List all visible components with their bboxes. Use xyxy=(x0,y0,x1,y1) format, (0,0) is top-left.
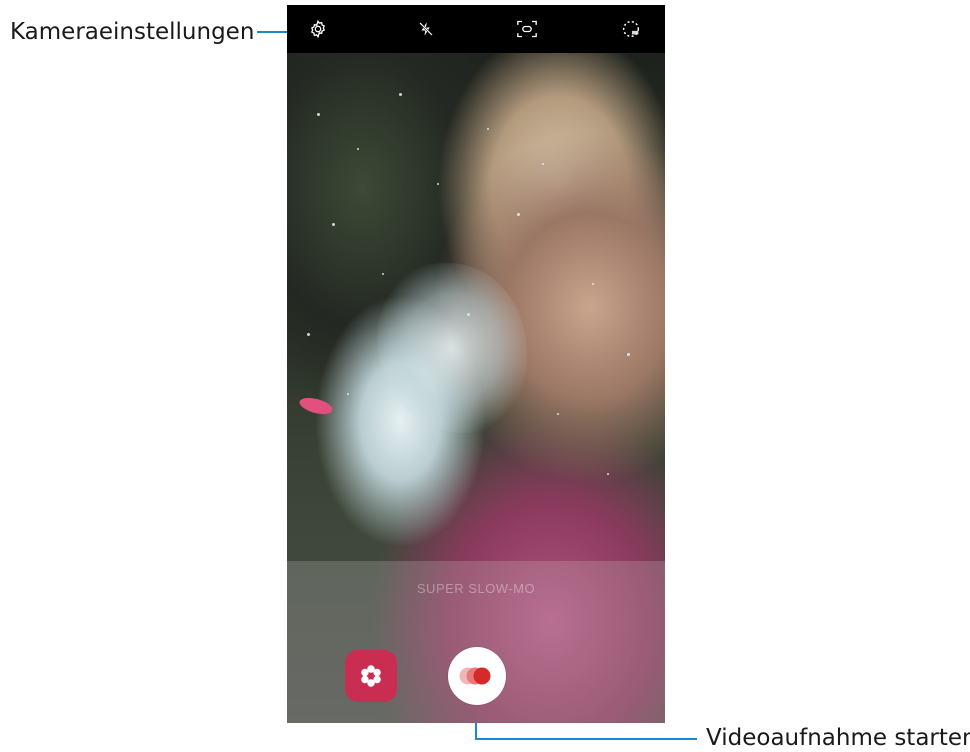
water-droplet xyxy=(607,473,609,475)
record-button[interactable] xyxy=(448,647,506,705)
settings-callout-label: Kameraeinstellungen xyxy=(10,19,255,45)
gear-icon xyxy=(310,19,326,39)
record-callout-line-horizontal xyxy=(475,738,697,740)
camera-top-toolbar xyxy=(287,5,665,53)
water-droplet xyxy=(357,148,359,150)
water-splash xyxy=(377,263,527,433)
super-slow-mo-icon xyxy=(459,667,491,685)
ratio-button[interactable] xyxy=(513,15,541,43)
settings-button[interactable] xyxy=(304,15,332,43)
water-droplet xyxy=(557,413,559,415)
water-droplet xyxy=(332,223,335,226)
water-droplet xyxy=(517,213,520,216)
mode-hint-text: SUPER SLOW-MO xyxy=(416,581,536,596)
flash-off-icon xyxy=(419,22,433,36)
balloon-fragment xyxy=(297,394,335,418)
water-droplet xyxy=(592,283,594,285)
water-droplet xyxy=(347,393,349,395)
effects-button[interactable] xyxy=(345,650,397,702)
flower-icon xyxy=(361,665,381,687)
flash-button[interactable] xyxy=(412,15,440,43)
water-droplet xyxy=(542,163,544,165)
water-droplet xyxy=(307,333,310,336)
timer-button[interactable] xyxy=(617,15,645,43)
water-droplet xyxy=(399,93,402,96)
water-droplet xyxy=(437,183,439,185)
camera-bottom-controls: SUPER SLOW-MO xyxy=(287,561,665,723)
timer-icon xyxy=(622,20,640,38)
water-droplet xyxy=(627,353,630,356)
aspect-ratio-icon xyxy=(517,20,537,38)
camera-screen: SUPER SLOW-MO xyxy=(287,5,665,723)
record-callout-label: Videoaufnahme starten. xyxy=(706,725,970,751)
water-droplet xyxy=(317,113,320,116)
water-droplet xyxy=(382,273,384,275)
water-droplet xyxy=(487,128,489,130)
